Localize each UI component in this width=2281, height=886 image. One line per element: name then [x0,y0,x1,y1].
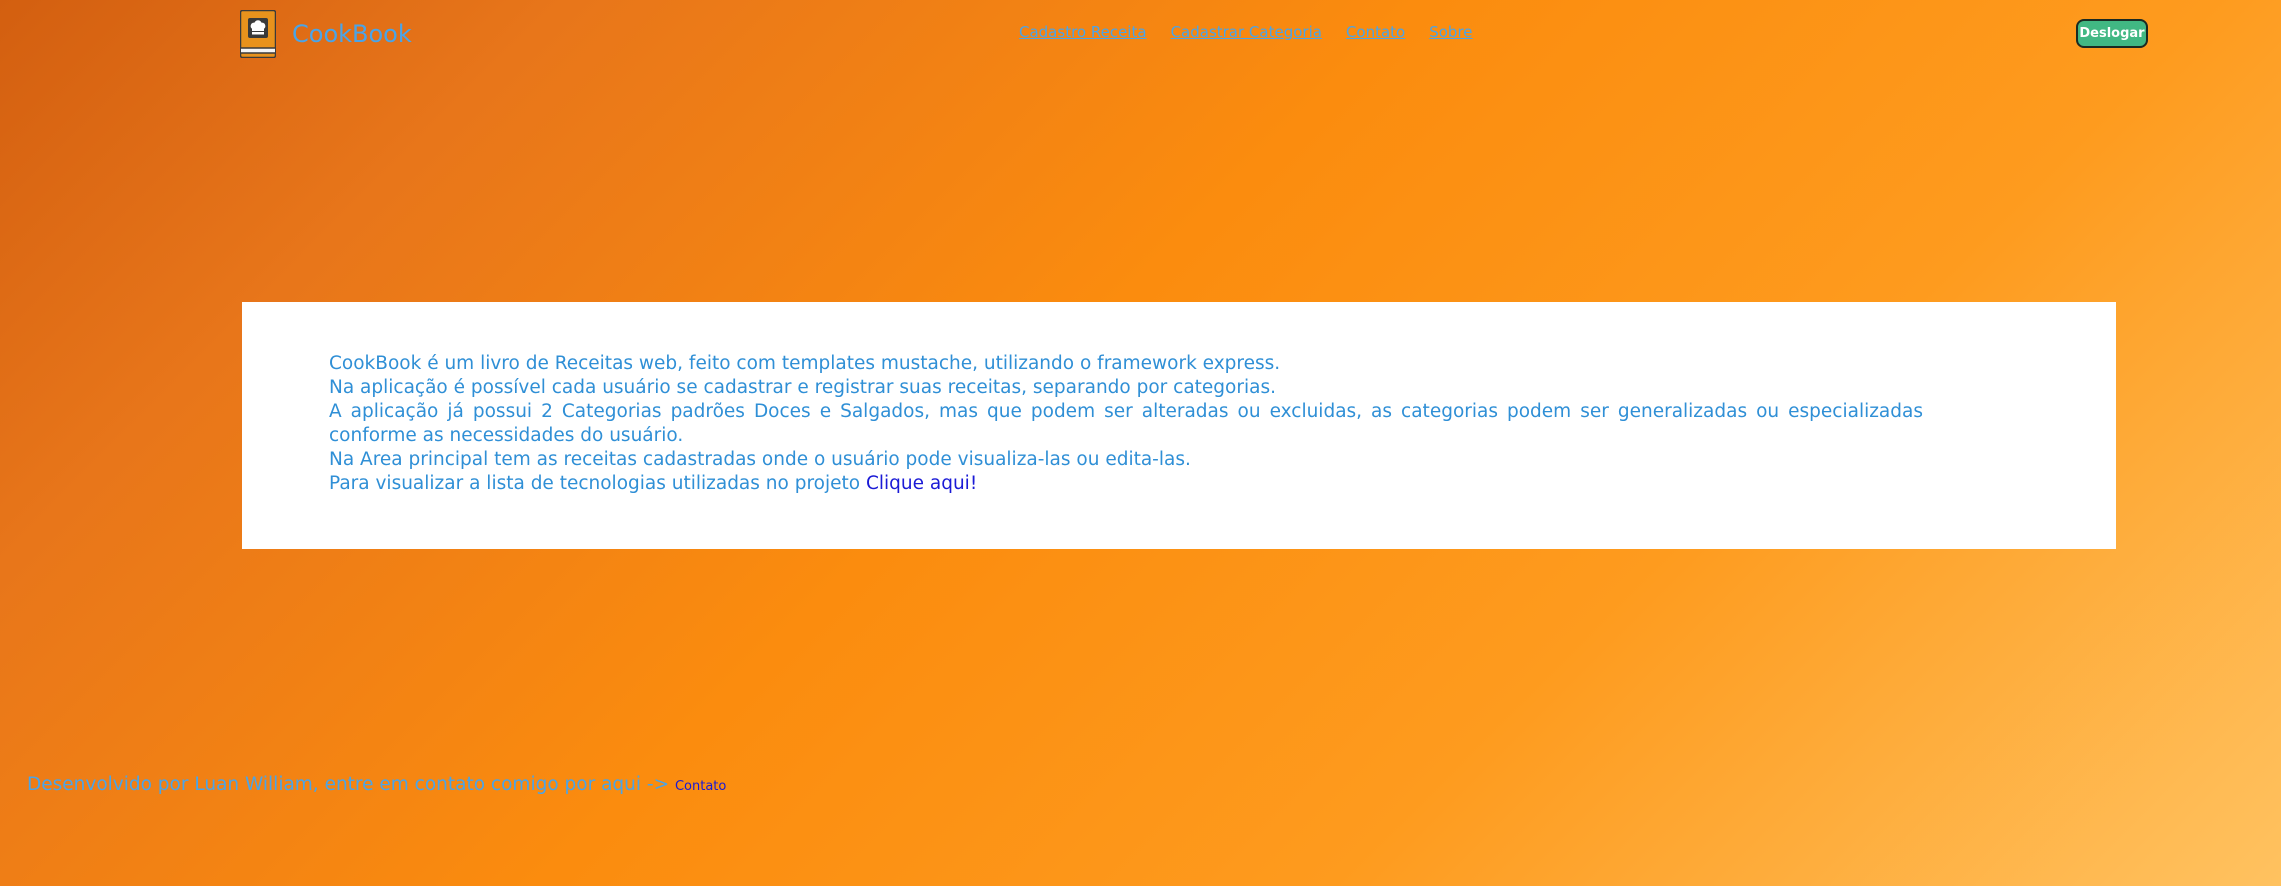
tech-list-link[interactable]: Clique aqui! [866,473,977,494]
brand[interactable]: CookBook [239,9,412,59]
nav-cadastrar-categoria[interactable]: Cadastrar Categoria [1171,23,1322,41]
nav-contato[interactable]: Contato [1346,23,1405,41]
about-line-1: CookBook é um livro de Receitas web, fei… [329,353,1281,374]
about-card: CookBook é um livro de Receitas web, fei… [242,302,2116,549]
footer: Desenvolvido por Luan William, entre em … [27,774,726,795]
cookbook-logo-icon [239,9,277,59]
tech-line-prefix: Para visualizar a lista de tecnologias u… [329,473,866,494]
navbar: CookBook Cadastro Receita Cadastrar Cate… [0,0,2281,66]
nav-cadastro-receita[interactable]: Cadastro Receita [1019,23,1147,41]
about-line-2: Na aplicação é possível cada usuário se … [329,377,1276,398]
about-text: CookBook é um livro de Receitas web, fei… [329,352,1923,496]
about-line-4: Na Area principal tem as receitas cadast… [329,449,1191,470]
footer-contact-link[interactable]: Contato [675,779,726,794]
footer-text: Desenvolvido por Luan William, entre em … [27,774,675,795]
brand-name: CookBook [292,20,412,48]
main-nav: Cadastro Receita Cadastrar Categoria Con… [1019,23,1473,41]
tech-line: Para visualizar a lista de tecnologias u… [329,472,1923,496]
about-line-3: A aplicação já possui 2 Categorias padrõ… [329,401,1923,446]
logout-button[interactable]: Deslogar [2076,19,2148,48]
nav-sobre[interactable]: Sobre [1429,23,1472,41]
